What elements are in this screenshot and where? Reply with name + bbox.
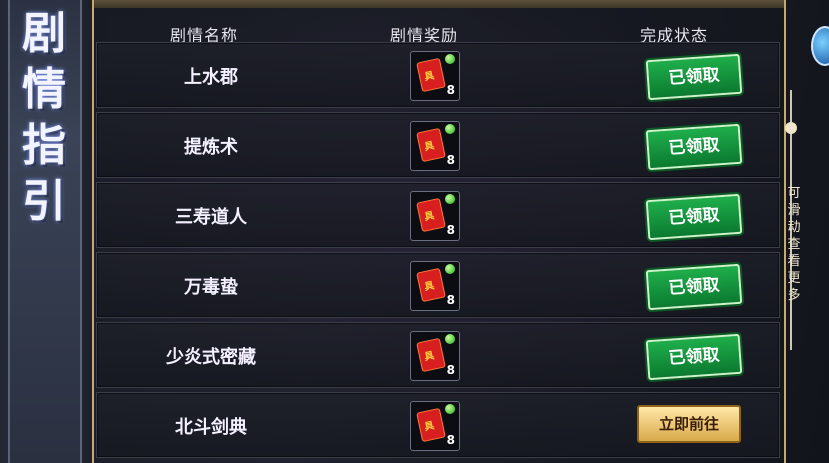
go-now-button[interactable]: 立即前往 [637, 405, 741, 443]
story-name: 少炎式密藏 [166, 347, 256, 368]
red-envelope-icon: 具 [416, 337, 446, 373]
reward-item-slot[interactable]: 具 8 [410, 121, 460, 171]
claimed-status-button[interactable]: 已领取 [645, 123, 743, 171]
reward-count: 8 [446, 83, 455, 97]
banner-title: 剧情指引 [22, 8, 66, 227]
claimed-status-button[interactable]: 已领取 [645, 193, 743, 241]
green-gem-icon [445, 54, 455, 64]
story-name: 上水郡 [184, 67, 238, 88]
story-name: 万毒蛰 [184, 277, 238, 298]
red-envelope-icon: 具 [416, 57, 446, 93]
story-name: 提炼术 [184, 137, 238, 158]
left-banner: 剧情指引 [0, 0, 90, 463]
red-envelope-icon: 具 [416, 197, 446, 233]
story-row: 上水郡 具 8 已领取 [96, 42, 780, 108]
green-gem-icon [445, 334, 455, 344]
story-row: 三寿道人 具 8 已领取 [96, 182, 780, 248]
claimed-status-button[interactable]: 已领取 [645, 333, 743, 381]
reward-item-slot[interactable]: 具 8 [410, 191, 460, 241]
green-gem-icon [445, 194, 455, 204]
red-envelope-icon: 具 [416, 267, 446, 303]
story-row: 北斗剑典 具 8 立即前往 [96, 392, 780, 458]
reward-count: 8 [446, 223, 455, 237]
green-gem-icon [445, 124, 455, 134]
reward-item-slot[interactable]: 具 8 [410, 331, 460, 381]
green-gem-icon [445, 264, 455, 274]
green-gem-icon [445, 404, 455, 414]
reward-item-slot[interactable]: 具 8 [410, 261, 460, 311]
story-row: 提炼术 具 8 已领取 [96, 112, 780, 178]
scroll-hint-text: 可滑动查看更多 [787, 186, 801, 303]
red-envelope-icon: 具 [416, 127, 446, 163]
reward-count: 8 [446, 433, 455, 447]
story-row: 少炎式密藏 具 8 已领取 [96, 322, 780, 388]
story-row: 万毒蛰 具 8 已领取 [96, 252, 780, 318]
story-name: 北斗剑典 [175, 417, 247, 438]
claimed-status-button[interactable]: 已领取 [645, 263, 743, 311]
red-envelope-icon: 具 [416, 407, 446, 443]
reward-count: 8 [446, 363, 455, 377]
story-name: 三寿道人 [175, 207, 247, 228]
reward-count: 8 [446, 293, 455, 307]
claimed-status-button[interactable]: 已领取 [645, 53, 743, 101]
reward-count: 8 [446, 153, 455, 167]
reward-item-slot[interactable]: 具 8 [410, 51, 460, 101]
reward-item-slot[interactable]: 具 8 [410, 401, 460, 451]
scrollbar-handle[interactable] [785, 122, 797, 134]
